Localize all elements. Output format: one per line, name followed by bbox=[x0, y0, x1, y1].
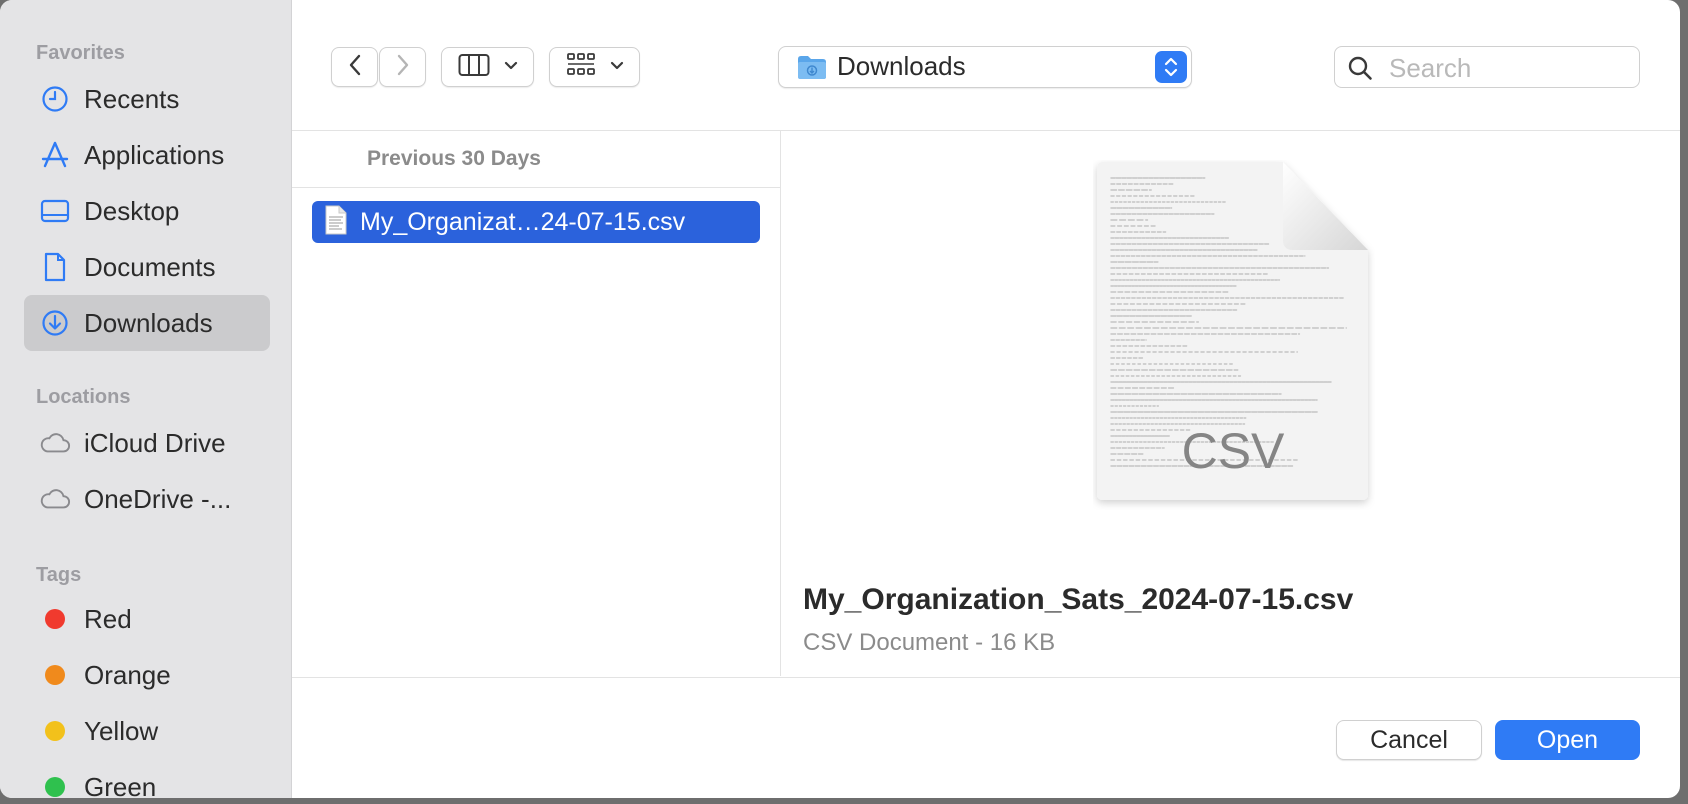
tag-color-dot bbox=[45, 777, 65, 797]
sidebar-item-label: Desktop bbox=[84, 195, 180, 226]
sidebar-tag-green[interactable]: Green bbox=[24, 759, 270, 798]
grid-icon bbox=[566, 52, 596, 83]
sidebar-tag-orange[interactable]: Orange bbox=[24, 647, 270, 703]
group-by-button[interactable] bbox=[549, 47, 640, 87]
group-header: Previous 30 Days bbox=[292, 131, 780, 188]
csv-file-thumbnail: CSV bbox=[1093, 160, 1375, 515]
file-name: My_Organizat…24-07-15.csv bbox=[360, 207, 686, 236]
cloud-icon bbox=[39, 483, 71, 515]
toolbar: Downloads bbox=[292, 0, 1680, 131]
tag-color-dot bbox=[45, 721, 65, 741]
sidebar-item-label: OneDrive -... bbox=[84, 483, 232, 514]
location-label: Downloads bbox=[837, 51, 966, 81]
chevron-left-icon bbox=[347, 53, 363, 82]
open-button[interactable]: Open bbox=[1495, 720, 1640, 760]
preview-file-name: My_Organization_Sats_2024-07-15.csv bbox=[803, 583, 1354, 616]
csv-badge: CSV bbox=[1182, 423, 1285, 479]
sidebar: Favorites Recents Applications Desktop D… bbox=[0, 0, 292, 798]
tag-color-dot bbox=[45, 609, 65, 629]
view-mode-button[interactable] bbox=[441, 47, 534, 87]
tags-label: Tags bbox=[36, 564, 82, 586]
chevron-down-icon bbox=[504, 58, 518, 76]
search-input[interactable] bbox=[1387, 51, 1631, 85]
sidebar-item-label: Red bbox=[84, 603, 132, 634]
chevron-right-icon bbox=[395, 53, 411, 82]
downloads-folder-icon bbox=[797, 53, 827, 86]
search-field[interactable] bbox=[1334, 46, 1640, 88]
sidebar-item-label: Green bbox=[84, 771, 157, 799]
sidebar-item-label: Applications bbox=[84, 139, 225, 170]
tag-color-dot bbox=[45, 665, 65, 685]
sidebar-item-desktop[interactable]: Desktop bbox=[24, 183, 270, 239]
sidebar-item-recents[interactable]: Recents bbox=[24, 71, 270, 127]
open-file-dialog: Favorites Recents Applications Desktop D… bbox=[0, 0, 1680, 798]
forward-button[interactable] bbox=[379, 47, 426, 87]
sidebar-item-label: Orange bbox=[84, 659, 171, 690]
sidebar-item-label: Downloads bbox=[84, 307, 213, 338]
sidebar-item-label: iCloud Drive bbox=[84, 427, 226, 458]
list-item[interactable]: My_Organizat…24-07-15.csv bbox=[312, 201, 760, 243]
applications-icon bbox=[39, 139, 71, 171]
preview-pane: CSV My_Organization_Sats_2024-07-15.csv … bbox=[781, 131, 1680, 676]
sidebar-item-icloud-drive[interactable]: iCloud Drive bbox=[24, 415, 270, 471]
chevron-down-icon bbox=[610, 58, 624, 76]
back-button[interactable] bbox=[331, 47, 378, 87]
cloud-icon bbox=[39, 427, 71, 459]
sidebar-tag-yellow[interactable]: Yellow bbox=[24, 703, 270, 759]
sidebar-item-documents[interactable]: Documents bbox=[24, 239, 270, 295]
download-icon bbox=[39, 307, 71, 339]
updown-chevron-icon bbox=[1155, 51, 1187, 83]
document-icon bbox=[39, 251, 71, 283]
footer: Cancel Open bbox=[292, 677, 1680, 798]
favorites-label: Favorites bbox=[36, 42, 125, 64]
columns-view-icon bbox=[458, 53, 490, 82]
location-popup[interactable]: Downloads bbox=[778, 46, 1192, 88]
group-header-label: Previous 30 Days bbox=[367, 147, 541, 170]
preview-file-info: CSV Document - 16 KB bbox=[803, 629, 1056, 656]
sidebar-item-label: Recents bbox=[84, 83, 180, 114]
document-icon bbox=[324, 205, 348, 240]
cancel-button[interactable]: Cancel bbox=[1336, 720, 1482, 760]
clock-icon bbox=[39, 83, 71, 115]
search-icon bbox=[1347, 55, 1373, 86]
sidebar-item-applications[interactable]: Applications bbox=[24, 127, 270, 183]
sidebar-item-label: Yellow bbox=[84, 715, 159, 746]
sidebar-item-label: Documents bbox=[84, 251, 216, 282]
desktop-icon bbox=[39, 195, 71, 227]
sidebar-item-downloads[interactable]: Downloads bbox=[24, 295, 270, 351]
locations-label: Locations bbox=[36, 386, 131, 408]
file-list: Previous 30 Days My_Organizat…24-07-15.c… bbox=[292, 131, 781, 676]
sidebar-tag-red[interactable]: Red bbox=[24, 591, 270, 647]
sidebar-item-onedrive[interactable]: OneDrive -... bbox=[24, 471, 270, 527]
